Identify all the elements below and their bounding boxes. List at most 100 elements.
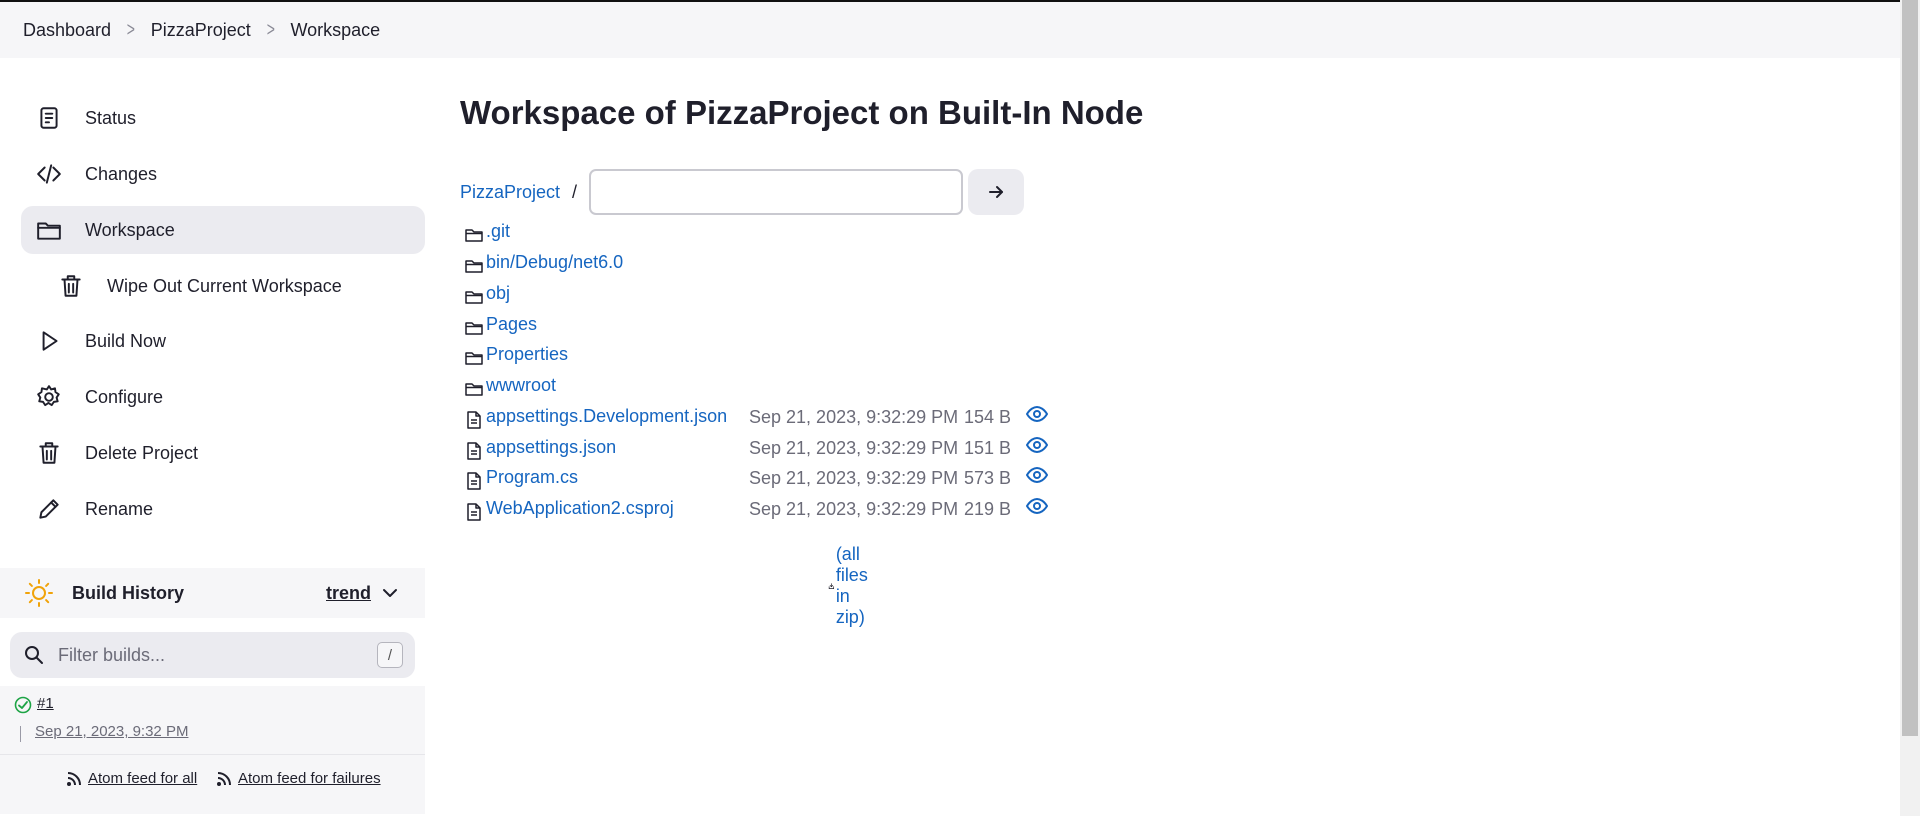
view-eye-icon[interactable] [1025,405,1049,423]
pencil-icon [33,493,65,525]
trend-link[interactable]: trend [326,583,371,604]
arrow-right-icon [989,186,1003,198]
gear-icon [33,381,65,413]
file-link[interactable]: WebApplication2.csproj [486,498,674,519]
status-icon [33,102,65,134]
sidebar-item-configure[interactable]: Configure [21,373,425,421]
folder-link[interactable]: obj [486,283,510,304]
file-date: Sep 21, 2023, 9:32:29 PM [749,407,959,427]
folder-row: wwwroot [460,372,1100,402]
filter-builds-field[interactable]: Filter builds... / [10,632,415,678]
sidebar-item-wipe-workspace[interactable]: Wipe Out Current Workspace [21,262,425,310]
breadcrumb-project[interactable]: PizzaProject [151,20,251,41]
build-history-header: Build History trend [0,568,425,618]
success-check-icon [14,696,32,714]
chevron-down-icon[interactable] [381,584,399,602]
filter-builds-input[interactable]: Filter builds... [58,645,165,666]
sidebar-item-label: Configure [85,386,164,407]
rss-icon [67,771,81,786]
breadcrumb-dashboard[interactable]: Dashboard [23,20,111,41]
breadcrumb-separator-icon: > [126,18,135,41]
go-button[interactable] [968,169,1024,215]
file-row: Program.cs Sep 21, 2023, 9:32:29 PM 573 … [460,464,1100,494]
keyboard-shortcut-badge: / [377,642,403,668]
file-row: appsettings.json Sep 21, 2023, 9:32:29 P… [460,434,1100,464]
build-date-link[interactable]: Sep 21, 2023, 9:32 PM [35,723,188,740]
atom-feed-all-link[interactable]: Atom feed for all [66,770,197,787]
code-icon [33,158,65,190]
build-timeline-line [20,726,21,742]
sidebar-item-label: Status [85,107,137,128]
file-icon [464,441,484,461]
path-input[interactable] [589,169,964,215]
atom-feed-all-label: Atom feed for all [88,770,198,787]
view-eye-icon[interactable] [1025,497,1049,515]
file-size: 219 B [964,499,1012,519]
folder-link[interactable]: bin/Debug/net6.0 [486,252,623,273]
atom-feed-failures-link[interactable]: Atom feed for failures [216,770,381,787]
file-size: 154 B [964,407,1012,427]
sidebar-item-label: Wipe Out Current Workspace [107,275,342,296]
file-size: 151 B [964,438,1012,458]
sun-icon [25,579,53,607]
download-zip-link[interactable]: (all files in zip) [828,544,879,628]
atom-feeds: Atom feed for all Atom feed for failures [0,754,425,814]
sidebar-item-label: Build Now [85,330,167,351]
atom-feed-failures-label: Atom feed for failures [238,770,381,787]
file-date: Sep 21, 2023, 9:32:29 PM [749,468,959,488]
sidebar-item-label: Rename [85,498,154,519]
build-number-link[interactable]: #1 [37,695,54,712]
sidebar-item-label: Workspace [85,219,175,240]
folder-row: .git [460,218,1100,248]
folder-icon [464,318,484,338]
sidebar-item-rename[interactable]: Rename [21,485,425,533]
file-size: 573 B [964,468,1012,488]
view-eye-icon[interactable] [1025,436,1049,454]
sidebar-item-changes[interactable]: Changes [21,150,425,198]
build-list: #1 Sep 21, 2023, 9:32 PM Atom feed for a… [0,686,425,814]
scrollbar-thumb[interactable] [1902,0,1918,736]
breadcrumb-separator-icon: > [266,18,275,41]
path-separator: / [572,181,578,202]
folder-row: Pages [460,311,1100,341]
play-icon [33,325,65,357]
file-link[interactable]: Program.cs [486,467,578,488]
file-date: Sep 21, 2023, 9:32:29 PM [749,438,959,458]
folder-icon [464,348,484,368]
sidebar-item-label: Changes [85,163,158,184]
folder-icon [464,379,484,399]
file-link[interactable]: appsettings.Development.json [486,406,727,427]
path-root-link[interactable]: PizzaProject [460,182,560,203]
folder-link[interactable]: .git [486,221,510,242]
trash-icon [33,437,65,469]
sidebar-item-status[interactable]: Status [21,94,425,142]
sidebar-item-workspace[interactable]: Workspace [21,206,425,254]
breadcrumb: Dashboard > PizzaProject > Workspace [0,2,1900,58]
sidebar-item-label: Delete Project [85,442,199,463]
folder-link[interactable]: wwwroot [486,375,556,396]
file-date: Sep 21, 2023, 9:32:29 PM [749,499,959,519]
sidebar: Status Changes Workspace Wipe Out Curren… [0,58,425,816]
folder-link[interactable]: Pages [486,314,537,335]
folder-icon [464,256,484,276]
download-zip-label: (all files in zip) [835,544,868,627]
path-navigator: PizzaProject / [460,168,1024,216]
folder-icon [33,214,65,246]
folder-icon [464,287,484,307]
page-scrollbar[interactable] [1900,0,1920,816]
search-icon [25,646,43,664]
page-title: Workspace of PizzaProject on Built-In No… [460,94,1144,131]
breadcrumb-workspace[interactable]: Workspace [290,20,380,41]
folder-link[interactable]: Properties [486,344,568,365]
folder-row: obj [460,280,1100,310]
file-icon [464,502,484,522]
view-eye-icon[interactable] [1025,466,1049,484]
file-row: appsettings.Development.json Sep 21, 202… [460,403,1100,433]
file-link[interactable]: appsettings.json [486,437,616,458]
file-icon [464,410,484,430]
build-history-title: Build History [72,582,185,603]
download-icon [828,583,835,589]
file-icon [464,471,484,491]
sidebar-item-build-now[interactable]: Build Now [21,317,425,365]
sidebar-item-delete-project[interactable]: Delete Project [21,429,425,477]
